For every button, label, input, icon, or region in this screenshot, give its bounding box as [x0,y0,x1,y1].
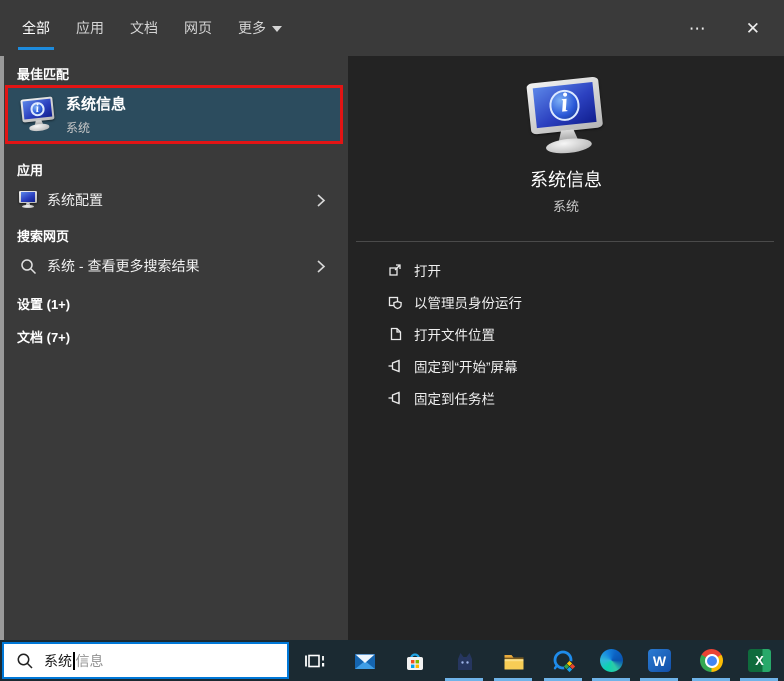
search-results-panel: 最佳匹配 i 系统信息 系统 应用 系统配置 搜索网页 系统 - 查看更多搜索结… [0,56,348,640]
tab-apps[interactable]: 应用 [76,0,104,56]
file-explorer-icon [504,654,523,669]
action-pin-to-taskbar[interactable]: 固定到任务栏 [348,382,784,414]
word-icon: W [648,649,671,672]
section-header-settings[interactable]: 设置 (1+) [17,294,70,313]
excel-app-button[interactable]: X [747,648,772,673]
taskbar-search-input[interactable]: 系统 信息 [2,642,289,679]
task-view-icon [304,654,324,667]
tab-more-label: 更多 [238,20,266,36]
pin-to-start-icon [386,358,404,374]
word-app-button[interactable]: W [647,648,672,673]
chevron-down-icon [272,26,282,32]
scrollbar[interactable] [0,56,4,640]
search-filter-bar: 全部 应用 文档 网页 更多 ⋯ ✕ [0,0,784,56]
window-controls: ⋯ ✕ [683,0,766,56]
microsoft-store-icon [406,652,423,670]
action-label: 以管理员身份运行 [414,296,522,311]
system-info-large-icon: i [522,74,610,162]
action-label: 打开 [414,264,441,279]
result-title: 系统信息 [66,96,127,113]
chrome-icon [700,649,723,672]
open-icon [386,262,404,278]
excel-icon: X [748,649,771,672]
tab-web-label: 网页 [184,20,212,36]
search-typed-text: 系统 [44,652,72,669]
search-icon [17,258,39,275]
preview-icon-wrap: i [348,76,784,163]
tab-all-label: 全部 [22,20,50,36]
result-label: 系统 - 查看更多搜索结果 [47,258,200,274]
action-label: 打开文件位置 [414,328,495,343]
section-header-apps: 应用 [17,163,44,178]
chrome-browser-button[interactable] [699,648,724,673]
mail-icon [354,653,375,669]
tab-web[interactable]: 网页 [184,0,212,56]
tab-apps-label: 应用 [76,20,104,36]
taskbar: 系统 信息 W X [0,640,784,681]
pin-to-taskbar-icon [386,390,404,406]
result-web-search[interactable]: 系统 - 查看更多搜索结果 [0,251,348,281]
edge-browser-button[interactable] [599,648,624,673]
mail-app-button[interactable] [352,648,377,673]
divider [356,241,774,242]
action-run-as-admin[interactable]: 以管理员身份运行 [348,286,784,318]
open-file-location-icon [386,326,404,342]
system-info-icon: i [18,95,58,135]
more-options-button[interactable]: ⋯ [683,16,712,41]
task-view-button[interactable] [302,648,327,673]
search-icon [17,653,33,669]
search-filter-tabs: 全部 应用 文档 网页 更多 [18,0,282,56]
search-suggestion-text: 信息 [75,652,104,669]
file-explorer-button[interactable] [501,648,526,673]
result-label: 系统配置 [47,192,103,208]
chevron-right-icon [317,260,326,273]
best-match-result-system-info[interactable]: i 系统信息 系统 [5,85,343,144]
action-label: 固定到任务栏 [414,392,495,407]
tab-documents[interactable]: 文档 [130,0,158,56]
section-header-best-match: 最佳匹配 [17,67,70,82]
result-system-config[interactable]: 系统配置 [0,185,348,215]
active-tab-underline [18,47,54,50]
system-config-icon [17,190,39,210]
preview-title: 系统信息 [530,170,602,190]
cat-app-icon [457,652,472,670]
edge-icon [600,649,623,672]
tab-more[interactable]: 更多 [238,0,282,56]
tab-all[interactable]: 全部 [18,0,54,56]
run-as-admin-shield-icon [386,294,404,310]
preview-panel: i 系统信息 系统 打开 以管理员身份运行 打开文件位置 固定到“开始”屏幕 固… [348,56,784,640]
cat-app-button[interactable] [452,648,477,673]
chevron-right-icon [317,194,326,207]
result-subtitle: 系统 [66,121,91,135]
microsoft-store-button[interactable] [402,648,427,673]
section-header-search-web: 搜索网页 [17,229,70,244]
action-pin-to-start[interactable]: 固定到“开始”屏幕 [348,350,784,382]
action-label: 固定到“开始”屏幕 [414,360,518,375]
qq-chat-button[interactable] [551,648,576,673]
section-header-documents[interactable]: 文档 (7+) [17,327,70,346]
qq-chat-icon [553,650,575,672]
tab-documents-label: 文档 [130,20,158,36]
preview-subtitle: 系统 [552,199,579,214]
action-open-file-location[interactable]: 打开文件位置 [348,318,784,350]
close-button[interactable]: ✕ [740,16,766,41]
text-cursor [73,651,75,670]
action-open[interactable]: 打开 [348,254,784,286]
